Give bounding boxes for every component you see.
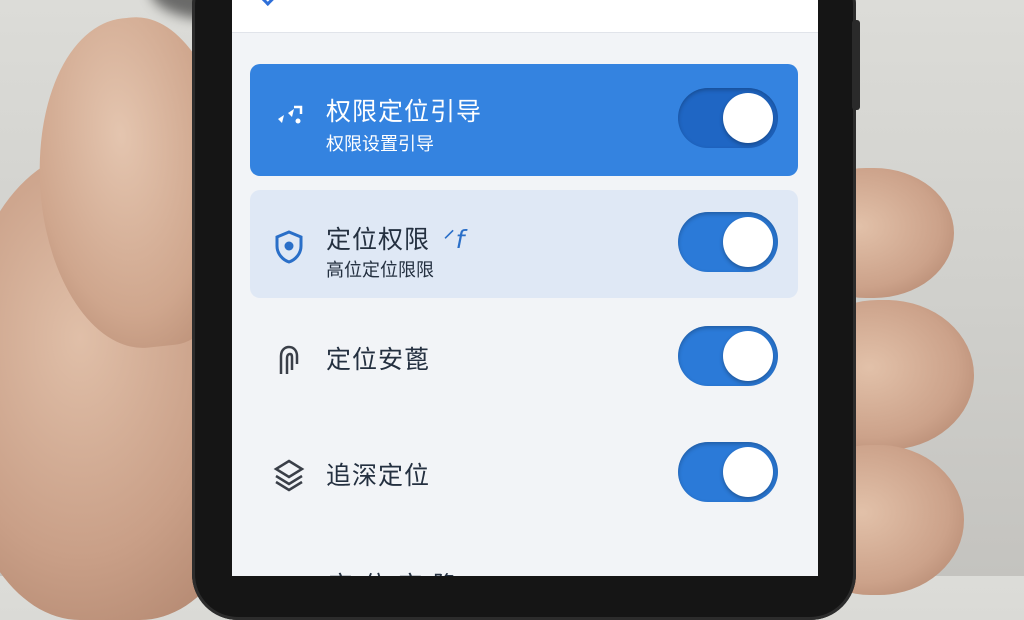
setting-title: 权限定位引导	[326, 97, 483, 126]
setting-row-location-guide[interactable]: 权限定位引导 权限设置引导	[250, 64, 798, 176]
setting-row-location-permission[interactable]: 定位权限 ᐟf 高位定位限限	[250, 190, 798, 298]
fingerprint-icon	[272, 344, 306, 378]
setting-title: 定位安蓖	[326, 345, 431, 374]
setting-title: 追深定位	[326, 461, 431, 490]
previous-setting-card[interactable]	[232, 0, 818, 33]
toggle-knob	[723, 217, 773, 267]
toggle-switch[interactable]	[678, 212, 778, 272]
phone-side-button	[852, 20, 860, 110]
toggle-knob	[723, 447, 773, 497]
setting-subtitle: 高位定位限限	[326, 260, 434, 281]
setting-title-text: 定位权限	[326, 225, 431, 254]
check-icon	[260, 0, 277, 6]
sparkle-icon	[272, 100, 306, 134]
toggle-switch[interactable]	[678, 326, 778, 386]
setting-subtitle: 权限设置引导	[326, 134, 434, 155]
phone-screen: 权限定位引导 权限设置引导 定位权限 ᐟf 高位定位限限 定位安蓖 追深定位	[232, 0, 818, 576]
setting-row-tracking-location[interactable]: 追深定位	[250, 422, 798, 534]
setting-title-suffix: ᐟf	[444, 225, 466, 254]
toggle-switch[interactable]	[678, 442, 778, 502]
toggle-knob	[723, 93, 773, 143]
toggle-knob	[723, 331, 773, 381]
setting-title: 定位权限 ᐟf	[326, 220, 465, 256]
setting-row-location-security[interactable]: 定位安蓖	[250, 306, 798, 418]
next-setting-title: 定 位 定 隐	[328, 566, 459, 576]
layers-icon	[272, 458, 306, 492]
shield-icon	[272, 230, 306, 264]
toggle-switch[interactable]	[678, 88, 778, 148]
